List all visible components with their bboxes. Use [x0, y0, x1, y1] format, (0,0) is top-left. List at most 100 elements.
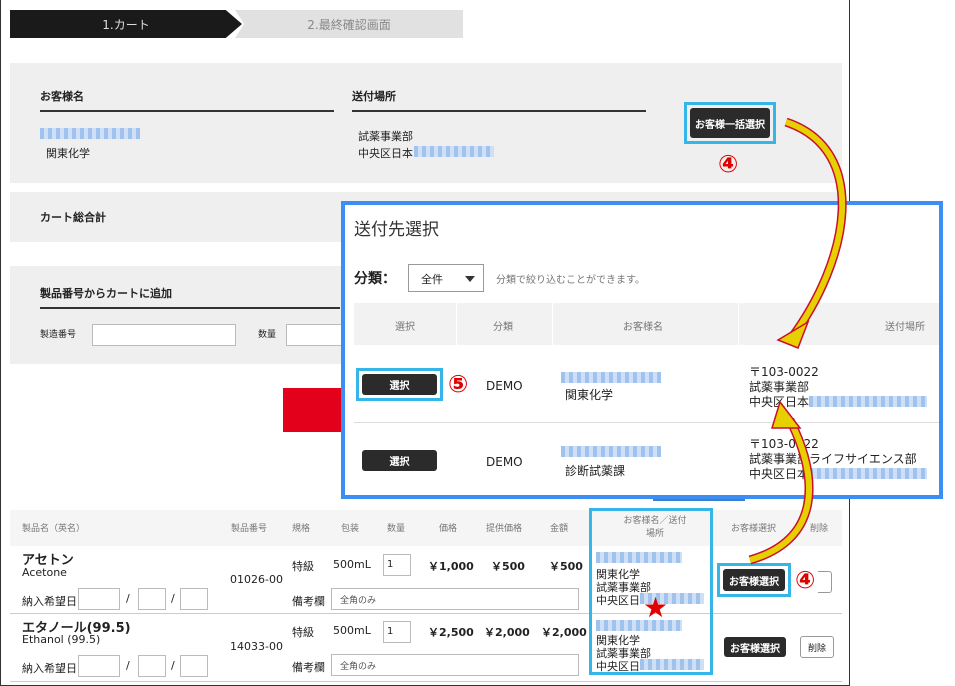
- serial-input[interactable]: [92, 324, 236, 346]
- item1-date-month[interactable]: [138, 588, 166, 610]
- item2-address: 中央区日: [596, 660, 640, 673]
- customer-select-button-row2[interactable]: お客様選択: [724, 637, 786, 657]
- item2-price: ￥2,500: [428, 626, 474, 639]
- item1-delivery-label: 納入希望日: [22, 595, 77, 608]
- customer-company: 関東化学: [46, 147, 90, 160]
- th-product: 製品名（英名）: [22, 524, 86, 534]
- row2-address-redacted: [809, 468, 927, 479]
- th-customer-select: お客様選択: [731, 524, 777, 534]
- item1-date-day[interactable]: [180, 588, 208, 610]
- ship-header: 送付場所: [352, 88, 646, 112]
- col-customer: お客様名: [623, 322, 663, 333]
- add-to-cart-button[interactable]: [283, 388, 343, 432]
- item2-number: 14033-00: [230, 640, 283, 653]
- annotation-4-bottom: ④: [795, 566, 816, 594]
- row2-category: DEMO: [486, 455, 523, 469]
- item2-remarks-input[interactable]: 全角のみ: [331, 654, 579, 676]
- ship-address-redacted: [414, 146, 494, 157]
- add-by-number-title: 製品番号からカートに追加: [40, 285, 340, 309]
- item1-pack: 500mL: [333, 558, 371, 571]
- row1-address-redacted: [809, 396, 927, 407]
- th-delete: 削除: [810, 524, 829, 534]
- row1-id-redacted: [561, 372, 661, 383]
- item2-name-en: Ethanol (99.5): [22, 633, 101, 646]
- row2-id-redacted: [561, 446, 661, 457]
- item2-remarks-label: 備考欄: [292, 661, 325, 674]
- item2-date-year[interactable]: [78, 655, 120, 677]
- item1-qty-input[interactable]: 1: [383, 554, 411, 576]
- customer-select-button-row1[interactable]: お客様選択: [723, 569, 785, 591]
- row1-address: 中央区日本: [749, 395, 810, 409]
- header-divider: [456, 303, 457, 345]
- ship-address: 中央区日本: [358, 147, 413, 160]
- modal-title: 送付先選択: [354, 220, 439, 240]
- item1-number: 01026-00: [230, 573, 283, 586]
- item1-date-year[interactable]: [78, 588, 120, 610]
- item2-qty: 1: [387, 626, 394, 637]
- th-number: 製品番号: [231, 524, 268, 534]
- item2-amount: ￥2,000: [541, 626, 587, 639]
- filter-hint: 分類で絞り込むことができます。: [496, 275, 645, 286]
- col-category: 分類: [493, 322, 513, 333]
- qty-label: 数量: [258, 330, 277, 340]
- star-annotation: ★: [643, 591, 669, 624]
- delete-button-row1[interactable]: [818, 571, 832, 593]
- item1-name-en: Acetone: [22, 566, 67, 579]
- row2-customer: 診断試薬課: [565, 464, 626, 478]
- item1-price: ￥1,000: [428, 560, 474, 573]
- item2-pack: 500mL: [333, 624, 371, 637]
- item1-amount: ￥500: [549, 560, 583, 573]
- filter-value: 全件: [421, 273, 443, 286]
- customer-name-header: お客様名: [40, 88, 334, 112]
- select-button-row1[interactable]: 選択: [362, 374, 437, 395]
- item2-delivery-label: 納入希望日: [22, 662, 77, 675]
- item1-grade: 特級: [292, 560, 314, 573]
- item1-remarks-input[interactable]: 全角のみ: [331, 588, 579, 610]
- item1-offer: ￥500: [491, 560, 525, 573]
- item1-qty: 1: [387, 559, 394, 570]
- item2-offer: ￥2,000: [484, 626, 530, 639]
- select-button-row2[interactable]: 選択: [362, 450, 437, 471]
- col-select: 選択: [395, 322, 415, 333]
- filter-select[interactable]: 全件: [408, 264, 484, 292]
- item2-grade: 特級: [292, 626, 314, 639]
- qty-input[interactable]: [286, 324, 346, 346]
- chevron-down-icon: [465, 276, 475, 282]
- th-grade: 規格: [292, 524, 311, 534]
- date-separator: /: [126, 592, 130, 605]
- step-confirm: 2.最終確認画面: [235, 10, 463, 38]
- th-pack: 包装: [341, 524, 360, 534]
- cart-total-label: カート総合計: [40, 211, 106, 224]
- item2-qty-input[interactable]: 1: [383, 621, 411, 643]
- th-price: 価格: [439, 524, 458, 534]
- item1-remarks-label: 備考欄: [292, 595, 325, 608]
- annotation-4-top: ④: [718, 150, 739, 178]
- row1-customer: 関東化学: [565, 388, 614, 402]
- item2-date-day[interactable]: [180, 655, 208, 677]
- col-ship: 送付場所: [885, 322, 925, 333]
- delete-button-row2[interactable]: 削除: [800, 636, 834, 658]
- item2-date-month[interactable]: [138, 655, 166, 677]
- cart-table-header: [10, 510, 842, 546]
- ship-select-modal: 送付先選択 分類： 全件 分類で絞り込むことができます。 選択 分類 お客様名 …: [341, 201, 943, 499]
- item1-customer-redacted: [596, 552, 682, 563]
- item2-address-redacted: [640, 659, 704, 670]
- th-offer: 提供価格: [486, 524, 523, 534]
- item2-customer-redacted: [596, 620, 682, 631]
- date-separator: /: [126, 659, 130, 672]
- th-qty: 数量: [387, 524, 406, 534]
- bulk-select-button[interactable]: お客様一括選択: [690, 108, 770, 138]
- th-amount: 金額: [550, 524, 569, 534]
- ship-dept: 試薬事業部: [358, 130, 413, 143]
- serial-label: 製造番号: [40, 330, 77, 340]
- header-divider: [738, 303, 739, 345]
- date-separator: /: [171, 592, 175, 605]
- row2-address: 中央区日本: [749, 467, 810, 481]
- annotation-5: ⑤: [448, 370, 469, 398]
- header-divider: [552, 303, 553, 345]
- item1-address: 中央区日: [596, 594, 640, 607]
- filter-label: 分類：: [354, 271, 396, 287]
- customer-id-redacted: [40, 128, 140, 139]
- item1-remarks-placeholder: 全角のみ: [340, 596, 377, 606]
- step-cart: 1.カート: [10, 10, 242, 38]
